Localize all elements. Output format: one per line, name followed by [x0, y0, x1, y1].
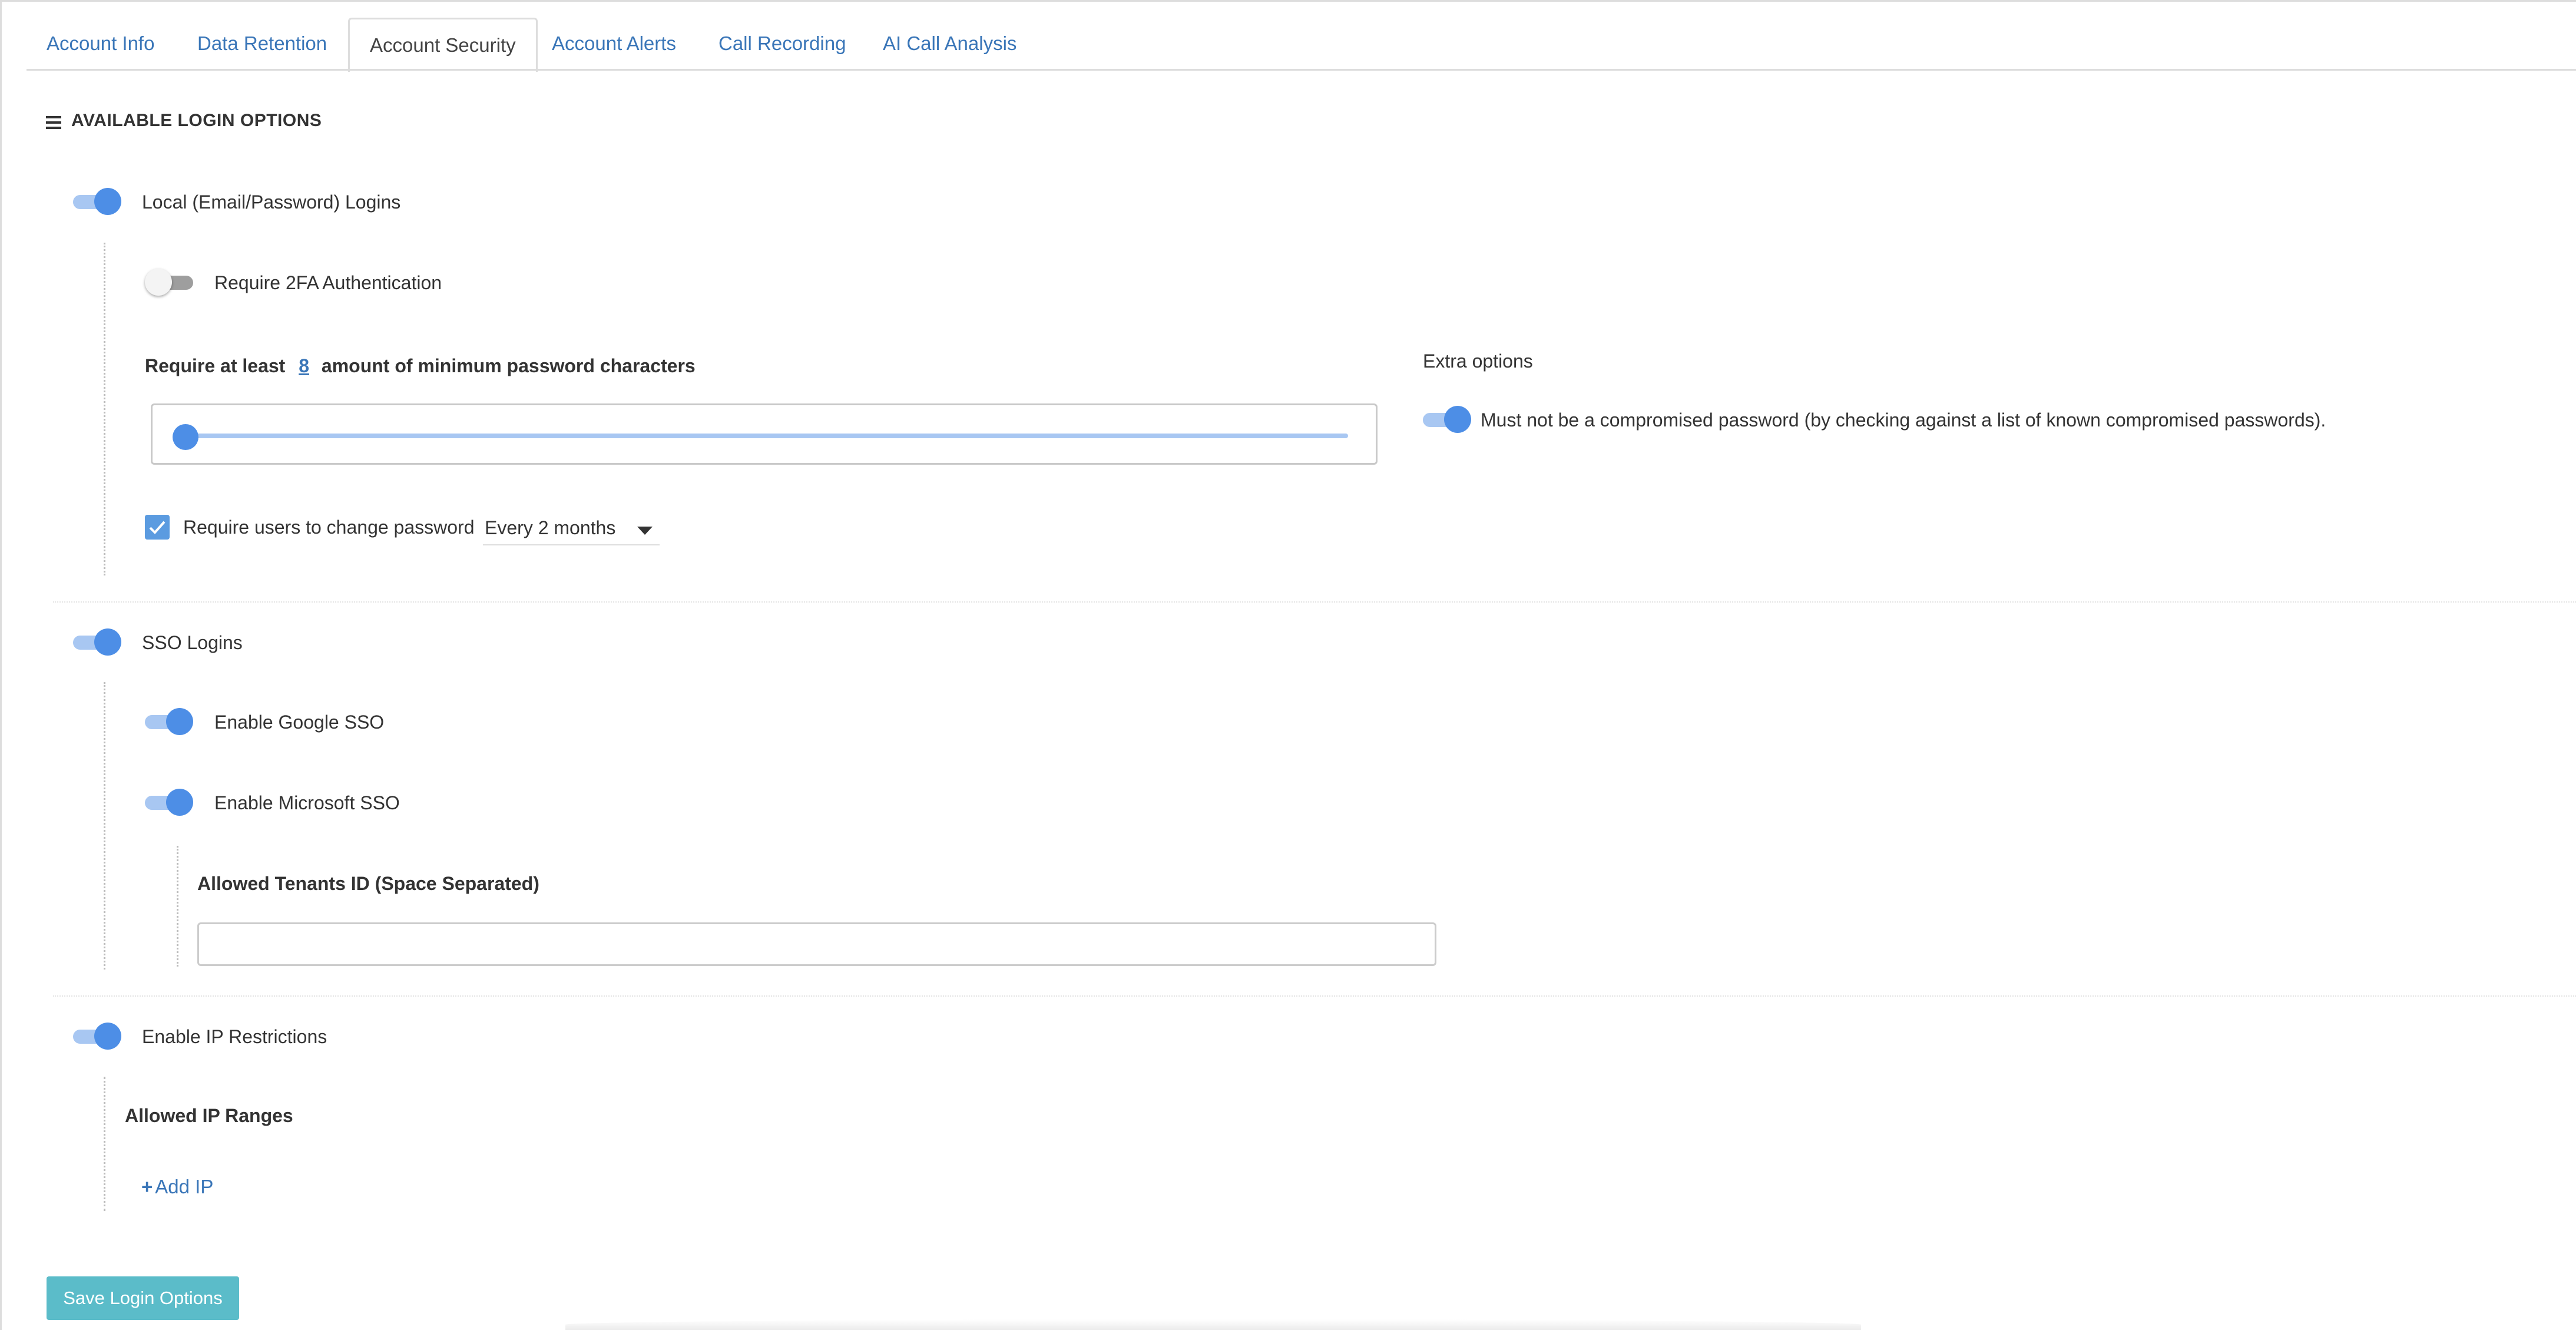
- menu-icon: [46, 116, 61, 129]
- require-2fa-toggle[interactable]: [145, 265, 193, 300]
- save-login-options-button[interactable]: Save Login Options: [47, 1276, 239, 1320]
- ip-ranges-label: Allowed IP Ranges: [125, 1105, 293, 1126]
- ip-restrictions-toggle[interactable]: [73, 1019, 121, 1054]
- add-ip-label: Add IP: [155, 1176, 214, 1197]
- compromised-password-toggle[interactable]: [1423, 402, 1471, 438]
- password-interval-value: Every 2 months: [485, 517, 616, 538]
- google-sso-toggle[interactable]: [145, 704, 193, 740]
- chevron-down-icon: [637, 527, 653, 535]
- add-ip-link[interactable]: + Add IP: [141, 1176, 213, 1198]
- slider-handle[interactable]: [173, 424, 198, 450]
- tab-ai-call-analysis[interactable]: AI Call Analysis: [863, 18, 1037, 70]
- section-divider: [53, 995, 2576, 997]
- google-sso-label: Enable Google SSO: [214, 712, 385, 733]
- ip-indent-line: [104, 1077, 105, 1211]
- tenants-input[interactable]: [197, 922, 1436, 966]
- min-chars-value[interactable]: 8: [299, 355, 309, 376]
- require-2fa-label: Require 2FA Authentication: [214, 272, 442, 293]
- microsoft-sso-label: Enable Microsoft SSO: [214, 792, 400, 813]
- change-password-label: Require users to change password: [183, 517, 475, 538]
- tab-call-recording[interactable]: Call Recording: [698, 18, 866, 70]
- section-title: AVAILABLE LOGIN OPTIONS: [71, 111, 322, 130]
- tab-account-info[interactable]: Account Info: [27, 18, 174, 70]
- local-login-toggle[interactable]: [73, 184, 121, 220]
- min-chars-suffix: amount of minimum password characters: [321, 355, 696, 376]
- sso-login-toggle[interactable]: [73, 625, 121, 660]
- tab-bar-divider: [27, 69, 2576, 71]
- min-chars-prefix: Require at least: [145, 355, 286, 376]
- ip-restrictions-label: Enable IP Restrictions: [142, 1026, 327, 1047]
- password-interval-select[interactable]: Every 2 months: [483, 512, 660, 545]
- section-divider: [53, 601, 2576, 603]
- change-password-checkbox[interactable]: [145, 515, 170, 540]
- checkmark-icon: [149, 521, 165, 534]
- plus-icon: +: [141, 1176, 153, 1197]
- page-footer-shadow: [565, 1319, 1861, 1330]
- tab-account-security[interactable]: Account Security: [348, 18, 538, 72]
- tenants-label: Allowed Tenants ID (Space Separated): [197, 873, 539, 894]
- tab-account-alerts[interactable]: Account Alerts: [532, 18, 696, 70]
- min-chars-slider[interactable]: [151, 403, 1378, 465]
- tenants-indent-line: [177, 846, 178, 967]
- min-chars-label: Require at least 8 amount of minimum pas…: [145, 355, 696, 377]
- local-login-label: Local (Email/Password) Logins: [142, 191, 401, 213]
- extra-options-title: Extra options: [1423, 350, 1533, 372]
- slider-track: [182, 434, 1348, 438]
- tab-data-retention[interactable]: Data Retention: [177, 18, 347, 70]
- sso-indent-line: [104, 682, 105, 970]
- local-login-indent-line: [104, 243, 105, 575]
- microsoft-sso-toggle[interactable]: [145, 785, 193, 821]
- compromised-password-label: Must not be a compromised password (by c…: [1481, 409, 2326, 431]
- sso-login-label: SSO Logins: [142, 632, 243, 653]
